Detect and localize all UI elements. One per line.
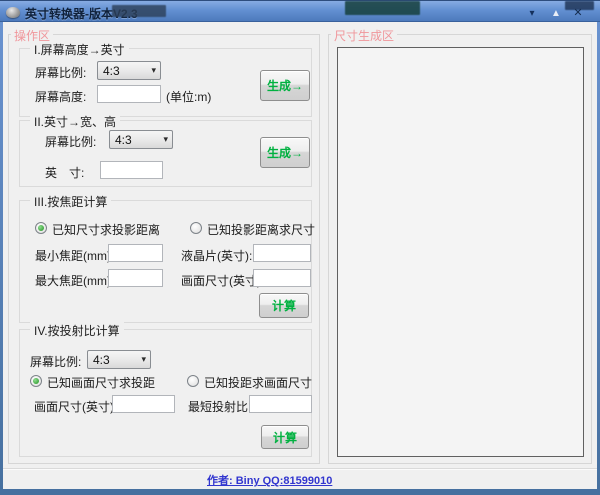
- maximize-icon: ▲: [551, 8, 561, 19]
- radio-known-screen-size-label[interactable]: 已知画面尺寸求投距: [47, 374, 155, 391]
- lcd-label: 液晶片(英寸):: [181, 247, 252, 264]
- section-1-title: I.屏幕高度→英寸: [30, 41, 129, 58]
- section-1-frame: I.屏幕高度→英寸 屏幕比例: 4:3 ▾ 屏幕高度: (单位:m) 生成→: [19, 48, 312, 117]
- screen-height-input[interactable]: [97, 85, 161, 103]
- result-display-box[interactable]: [337, 47, 584, 457]
- radio-known-size[interactable]: [35, 222, 47, 234]
- section-4-frame: IV.按投射比计算 屏幕比例: 4:3 ▾ 已知画面尺寸求投距 已知投距求画面尺…: [19, 329, 312, 457]
- throw-ratio-label: 最短投射比:: [188, 398, 251, 415]
- screen-ratio-label-4: 屏幕比例:: [30, 353, 81, 370]
- screen-size-input-3[interactable]: [253, 269, 311, 287]
- section-3-title: III.按焦距计算: [30, 193, 111, 210]
- footer-divider: [3, 468, 597, 470]
- section-4-title: IV.按投射比计算: [30, 322, 124, 339]
- chevron-down-icon: ▾: [151, 65, 156, 76]
- screen-ratio-value-2: 4:3: [115, 133, 132, 147]
- section-2-title: II.英寸→宽、高: [30, 113, 120, 130]
- generate-button-2[interactable]: 生成→: [260, 137, 310, 168]
- inch-label: 英 寸:: [45, 164, 84, 181]
- screen-ratio-select-2[interactable]: 4:3 ▾: [109, 130, 173, 149]
- max-focal-input[interactable]: [108, 269, 163, 287]
- operation-area-group: 操作区 I.屏幕高度→英寸 屏幕比例: 4:3 ▾ 屏幕高度: (单位:m) 生…: [8, 34, 320, 464]
- app-window: 英寸转换器-版本V2.3 ▾ ▲ ✕ 操作区 I.屏幕高度→英寸 屏幕比例: 4…: [0, 0, 600, 495]
- minimize-button[interactable]: ▾: [522, 6, 542, 21]
- screen-ratio-select[interactable]: 4:3 ▾: [97, 61, 161, 80]
- calc-button-4[interactable]: 计算: [261, 425, 309, 449]
- inch-input[interactable]: [100, 161, 163, 179]
- chevron-down-icon: ▾: [163, 134, 168, 145]
- calc-button-4-label: 计算: [273, 429, 297, 446]
- app-icon: [6, 7, 20, 18]
- generate-button-1-label: 生成→: [267, 77, 303, 94]
- radio-known-throw[interactable]: [187, 375, 199, 387]
- radio-known-distance[interactable]: [190, 222, 202, 234]
- radio-known-screen-size[interactable]: [30, 375, 42, 387]
- screen-size-label-4: 画面尺寸(英寸):: [34, 398, 117, 415]
- section-3-frame: III.按焦距计算 已知尺寸求投影距离 已知投影距离求尺寸 最小焦距(mm): …: [19, 200, 312, 323]
- result-area-label: 尺寸生成区: [331, 27, 397, 44]
- screen-ratio-value-4: 4:3: [93, 353, 110, 367]
- lcd-input[interactable]: [253, 244, 311, 262]
- close-button[interactable]: ✕: [568, 6, 588, 21]
- radio-known-distance-label[interactable]: 已知投影距离求尺寸: [207, 221, 315, 238]
- screen-size-label-3: 画面尺寸(英寸):: [181, 272, 264, 289]
- throw-ratio-input[interactable]: [249, 395, 312, 413]
- radio-known-size-label[interactable]: 已知尺寸求投影距离: [52, 221, 160, 238]
- maximize-button[interactable]: ▲: [546, 6, 566, 21]
- generate-button-2-label: 生成→: [267, 144, 303, 161]
- screen-ratio-value: 4:3: [103, 64, 120, 78]
- radio-known-throw-label[interactable]: 已知投距求画面尺寸: [204, 374, 312, 391]
- screen-size-input-4[interactable]: [112, 395, 175, 413]
- section-2-frame: II.英寸→宽、高 屏幕比例: 4:3 ▾ 英 寸: 生成→: [19, 120, 312, 187]
- generate-button-1[interactable]: 生成→: [260, 70, 310, 101]
- calc-button-3-label: 计算: [272, 297, 296, 314]
- titlebar: 英寸转换器-版本V2.3 ▾ ▲ ✕: [0, 0, 600, 22]
- screen-ratio-label: 屏幕比例:: [35, 64, 86, 81]
- min-focal-input[interactable]: [108, 244, 163, 262]
- screen-ratio-label-2: 屏幕比例:: [45, 133, 96, 150]
- unit-hint: (单位:m): [166, 88, 211, 105]
- chevron-down-icon: ▾: [141, 354, 146, 365]
- titlebar-artifact: [345, 1, 420, 15]
- max-focal-label: 最大焦距(mm):: [35, 272, 114, 289]
- close-icon: ✕: [573, 7, 582, 19]
- screen-ratio-select-4[interactable]: 4:3 ▾: [87, 350, 151, 369]
- window-body: 操作区 I.屏幕高度→英寸 屏幕比例: 4:3 ▾ 屏幕高度: (单位:m) 生…: [3, 22, 597, 489]
- screen-height-label: 屏幕高度:: [35, 88, 86, 105]
- min-focal-label: 最小焦距(mm):: [35, 247, 114, 264]
- titlebar-artifact: [112, 5, 166, 17]
- author-link[interactable]: 作者: Biny QQ:81599010: [207, 472, 332, 488]
- minimize-icon: ▾: [529, 8, 534, 19]
- calc-button-3[interactable]: 计算: [259, 293, 309, 318]
